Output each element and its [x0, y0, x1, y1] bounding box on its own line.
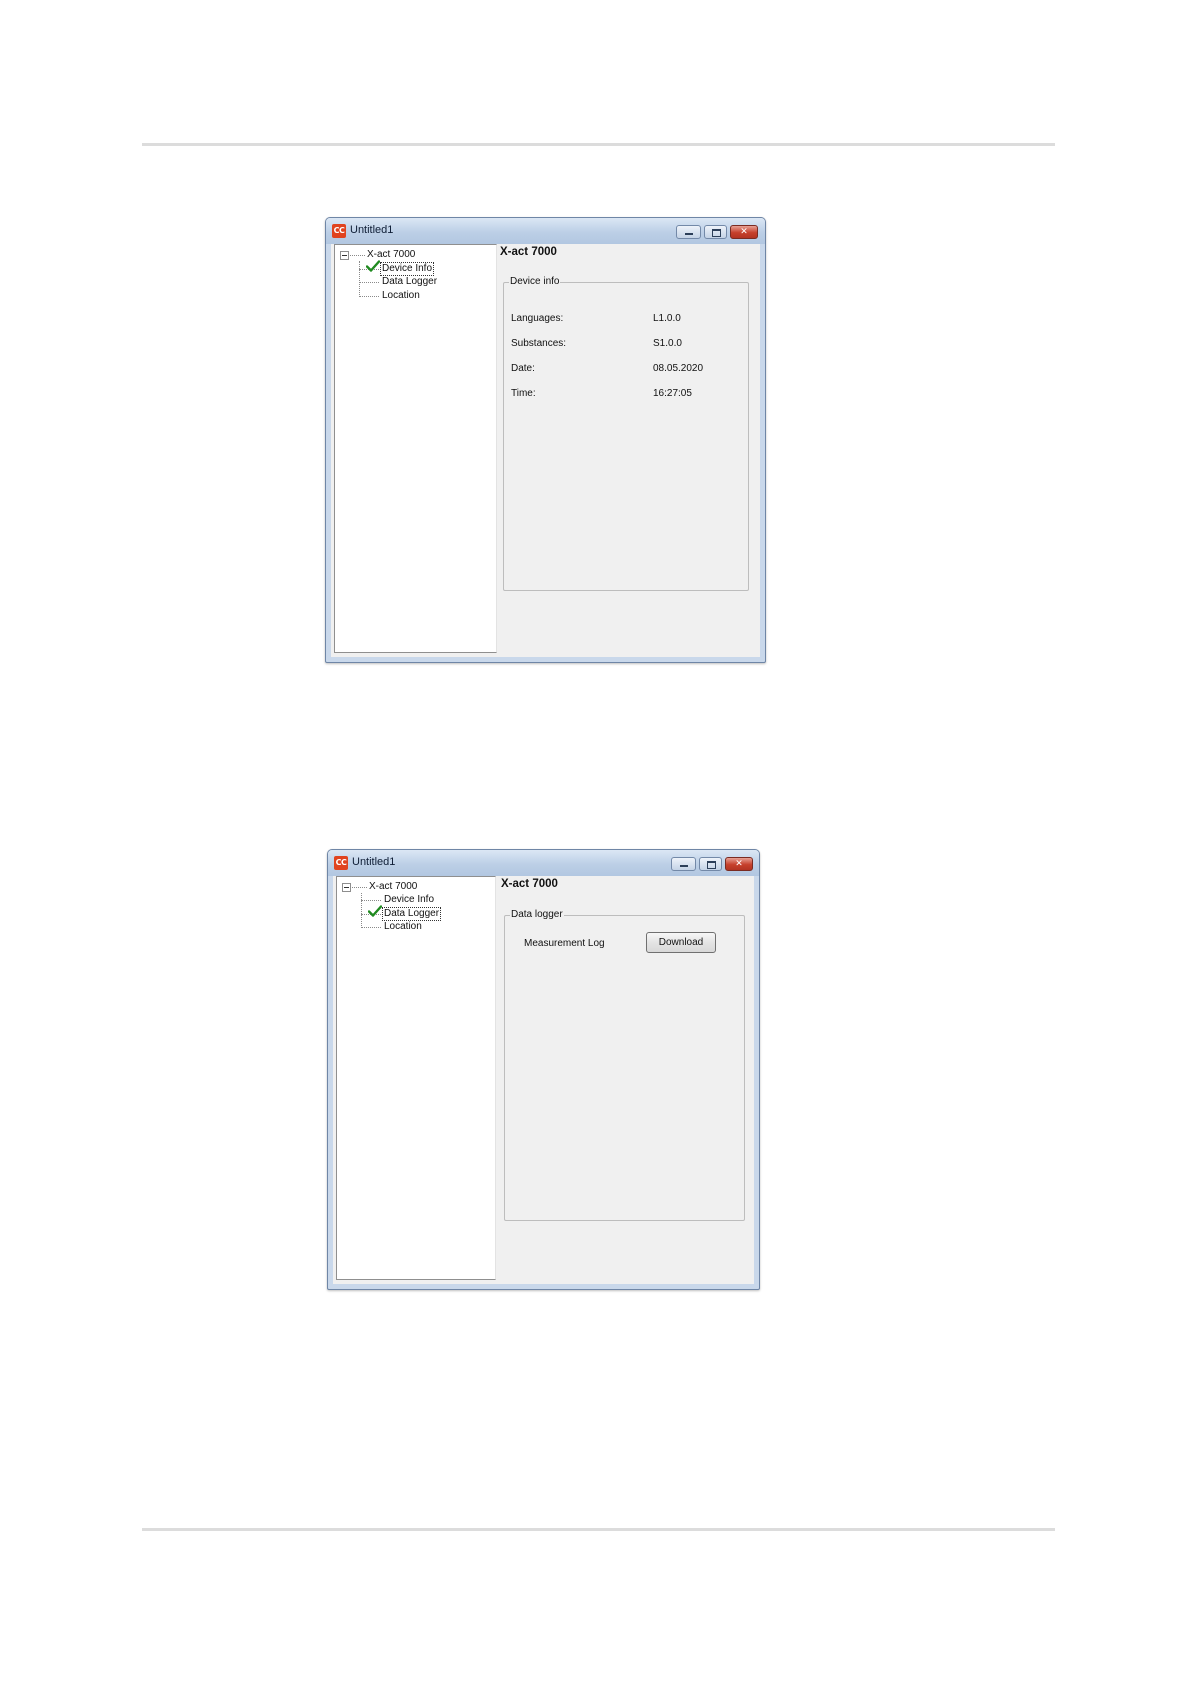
- top-divider: [142, 143, 1055, 146]
- data-logger-group: Data logger Measurement Log Download: [504, 909, 745, 1221]
- tree-connector: [361, 893, 362, 928]
- minimize-icon[interactable]: [671, 857, 696, 871]
- app-icon: CC: [332, 224, 346, 238]
- device-info-group: Device info Languages: L1.0.0 Substances…: [503, 276, 749, 591]
- tree-connector: [352, 887, 367, 888]
- tree-connector: [359, 282, 379, 283]
- date-value: 08.05.2020: [653, 363, 704, 374]
- tree-item-device-info[interactable]: Device Info: [379, 262, 435, 276]
- bottom-divider: [142, 1528, 1055, 1531]
- minimize-icon[interactable]: [676, 225, 701, 239]
- title-bar[interactable]: CC Untitled1: [328, 850, 759, 876]
- tree-item-location[interactable]: Location: [384, 921, 422, 933]
- tree-connector: [359, 261, 360, 297]
- tree-collapse-icon[interactable]: [342, 883, 351, 892]
- measurement-log-label: Measurement Log: [524, 938, 605, 949]
- window-client: X-act 7000 Device Info Data Logger Locat…: [331, 244, 760, 657]
- tree-item-data-logger[interactable]: Data Logger: [381, 907, 442, 921]
- substances-value: S1.0.0: [653, 338, 682, 349]
- languages-label: Languages:: [511, 313, 564, 324]
- tree-item-data-logger[interactable]: Data Logger: [382, 276, 437, 288]
- window-device-info[interactable]: CC Untitled1 X-act 7000 Device Info Data…: [325, 217, 766, 663]
- group-title: Device info: [509, 276, 561, 288]
- maximize-icon[interactable]: [704, 225, 727, 239]
- languages-value: L1.0.0: [653, 313, 681, 324]
- tree-connector: [361, 900, 381, 901]
- window-client: X-act 7000 Device Info Data Logger Locat…: [333, 876, 754, 1284]
- tree-connector: [350, 255, 365, 256]
- panel-title: X-act 7000: [500, 246, 557, 258]
- tree-item-device-info[interactable]: Device Info: [384, 894, 434, 906]
- window-data-logger[interactable]: CC Untitled1 X-act 7000 Device Info Data…: [327, 849, 760, 1290]
- device-tree[interactable]: X-act 7000 Device Info Data Logger Locat…: [334, 244, 497, 653]
- panel-title: X-act 7000: [501, 878, 558, 890]
- substances-label: Substances:: [511, 338, 567, 349]
- tree-connector: [361, 927, 381, 928]
- tree-collapse-icon[interactable]: [340, 251, 349, 260]
- date-label: Date:: [511, 363, 535, 374]
- device-tree[interactable]: X-act 7000 Device Info Data Logger Locat…: [336, 876, 496, 1280]
- tree-item-location[interactable]: Location: [382, 290, 420, 302]
- close-icon[interactable]: [725, 857, 753, 871]
- time-label: Time:: [511, 388, 536, 399]
- window-title: Untitled1: [350, 224, 394, 236]
- download-button[interactable]: Download: [646, 932, 716, 953]
- group-title: Data logger: [510, 909, 564, 921]
- maximize-icon[interactable]: [699, 857, 722, 871]
- checkmark-icon: [368, 905, 382, 917]
- time-value: 16:27:05: [653, 388, 692, 399]
- close-icon[interactable]: [730, 225, 758, 239]
- app-icon: CC: [334, 856, 348, 870]
- tree-connector: [359, 296, 379, 297]
- tree-root-node[interactable]: X-act 7000: [369, 881, 417, 893]
- window-title: Untitled1: [352, 856, 396, 868]
- title-bar[interactable]: CC Untitled1: [326, 218, 765, 244]
- checkmark-icon: [366, 260, 380, 272]
